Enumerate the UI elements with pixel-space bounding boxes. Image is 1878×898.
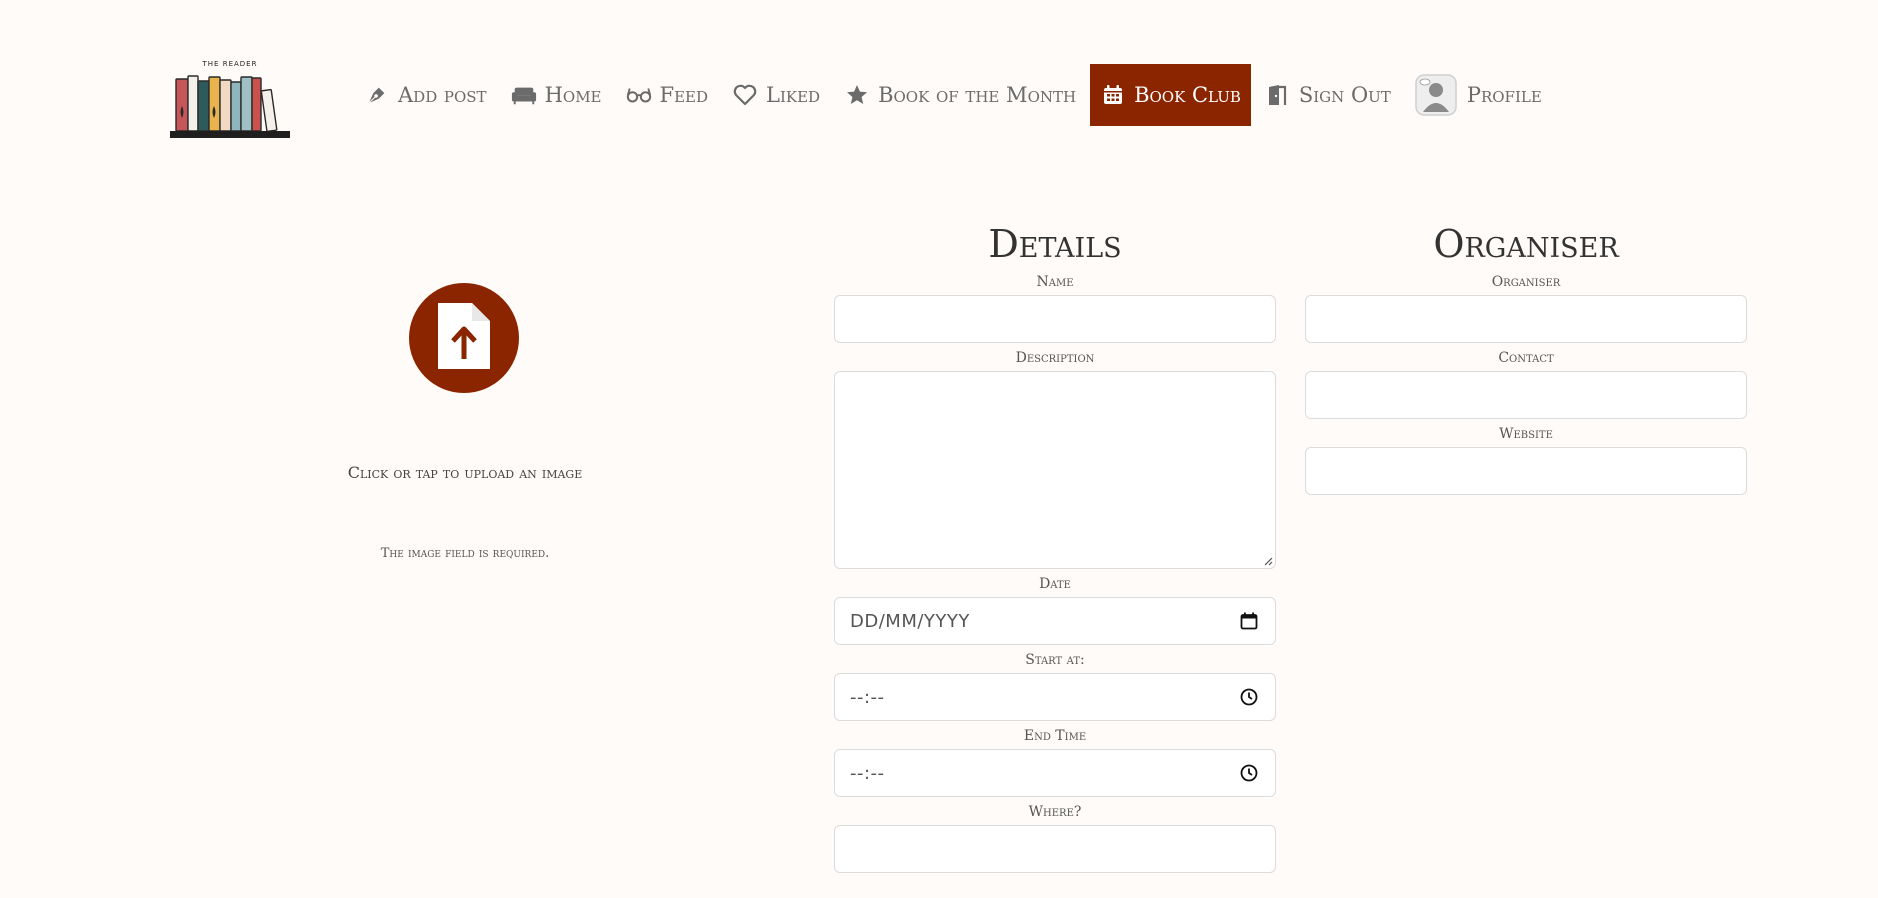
avatar-icon — [1415, 74, 1457, 116]
upload-error-message: The image field is required. — [380, 546, 550, 561]
details-title: Details — [988, 222, 1122, 266]
description-textarea[interactable] — [834, 371, 1276, 569]
nav-book-club-label: Book Club — [1134, 83, 1241, 107]
glasses-icon — [626, 82, 652, 108]
start-time-label: Start at: — [1025, 652, 1085, 668]
nav-home[interactable]: Home — [501, 64, 612, 126]
organiser-section: Organiser Organiser Contact Website — [1305, 218, 1747, 501]
clock-icon[interactable] — [1238, 762, 1260, 784]
nav-feed-label: Feed — [659, 83, 709, 107]
nav-feed[interactable]: Feed — [616, 64, 719, 126]
star-icon — [844, 82, 870, 108]
name-input[interactable] — [834, 295, 1276, 343]
contact-label: Contact — [1498, 350, 1554, 366]
end-time-value: --:-- — [850, 762, 885, 784]
calendar-picker-icon[interactable] — [1238, 610, 1260, 632]
where-input[interactable] — [834, 825, 1276, 873]
upload-instruction[interactable]: Click or tap to upload an image — [265, 463, 665, 482]
nav-liked-label: Liked — [766, 83, 821, 107]
couch-icon — [511, 82, 537, 108]
door-icon — [1265, 82, 1291, 108]
date-input[interactable]: DD/MM/YYYY — [834, 597, 1276, 645]
nav-sign-out-label: Sign Out — [1298, 83, 1391, 107]
site-logo[interactable]: THE READER — [168, 60, 292, 140]
end-time-input[interactable]: --:-- — [834, 749, 1276, 797]
organiser-input[interactable] — [1305, 295, 1747, 343]
nav-book-club[interactable]: Book Club — [1090, 64, 1251, 126]
pen-nib-icon — [364, 82, 390, 108]
date-label: Date — [1039, 576, 1071, 592]
nav-add-post-label: Add post — [398, 83, 487, 107]
nav-book-of-the-month[interactable]: Book of the Month — [834, 64, 1086, 126]
website-input[interactable] — [1305, 447, 1747, 495]
nav-book-of-the-month-label: Book of the Month — [878, 83, 1077, 107]
description-label: Description — [1015, 350, 1095, 366]
website-label: Website — [1499, 426, 1553, 442]
main-nav: Add post Home Feed Liked Book of the Mon… — [354, 64, 1556, 126]
organiser-label: Organiser — [1491, 274, 1561, 290]
end-time-label: End Time — [1023, 728, 1087, 744]
nav-profile[interactable]: Profile — [1405, 64, 1552, 126]
bookshelf-logo-icon — [170, 75, 290, 138]
clock-icon[interactable] — [1238, 686, 1260, 708]
name-label: Name — [1036, 274, 1074, 290]
resize-grip-icon[interactable] — [1263, 556, 1273, 566]
details-section: Details Name Description Date DD/MM/YYYY… — [834, 218, 1276, 879]
nav-home-label: Home — [544, 83, 602, 107]
calendar-icon — [1100, 82, 1126, 108]
image-upload-button[interactable] — [409, 283, 519, 393]
nav-add-post[interactable]: Add post — [354, 64, 497, 126]
file-upload-icon — [436, 301, 492, 375]
start-time-value: --:-- — [850, 686, 885, 708]
date-value: DD/MM/YYYY — [850, 610, 970, 632]
heart-icon — [732, 82, 758, 108]
nav-sign-out[interactable]: Sign Out — [1255, 64, 1401, 126]
nav-profile-label: Profile — [1466, 83, 1542, 107]
where-label: Where? — [1028, 804, 1082, 820]
start-time-input[interactable]: --:-- — [834, 673, 1276, 721]
organiser-title: Organiser — [1433, 222, 1619, 266]
contact-input[interactable] — [1305, 371, 1747, 419]
nav-liked[interactable]: Liked — [722, 64, 830, 126]
